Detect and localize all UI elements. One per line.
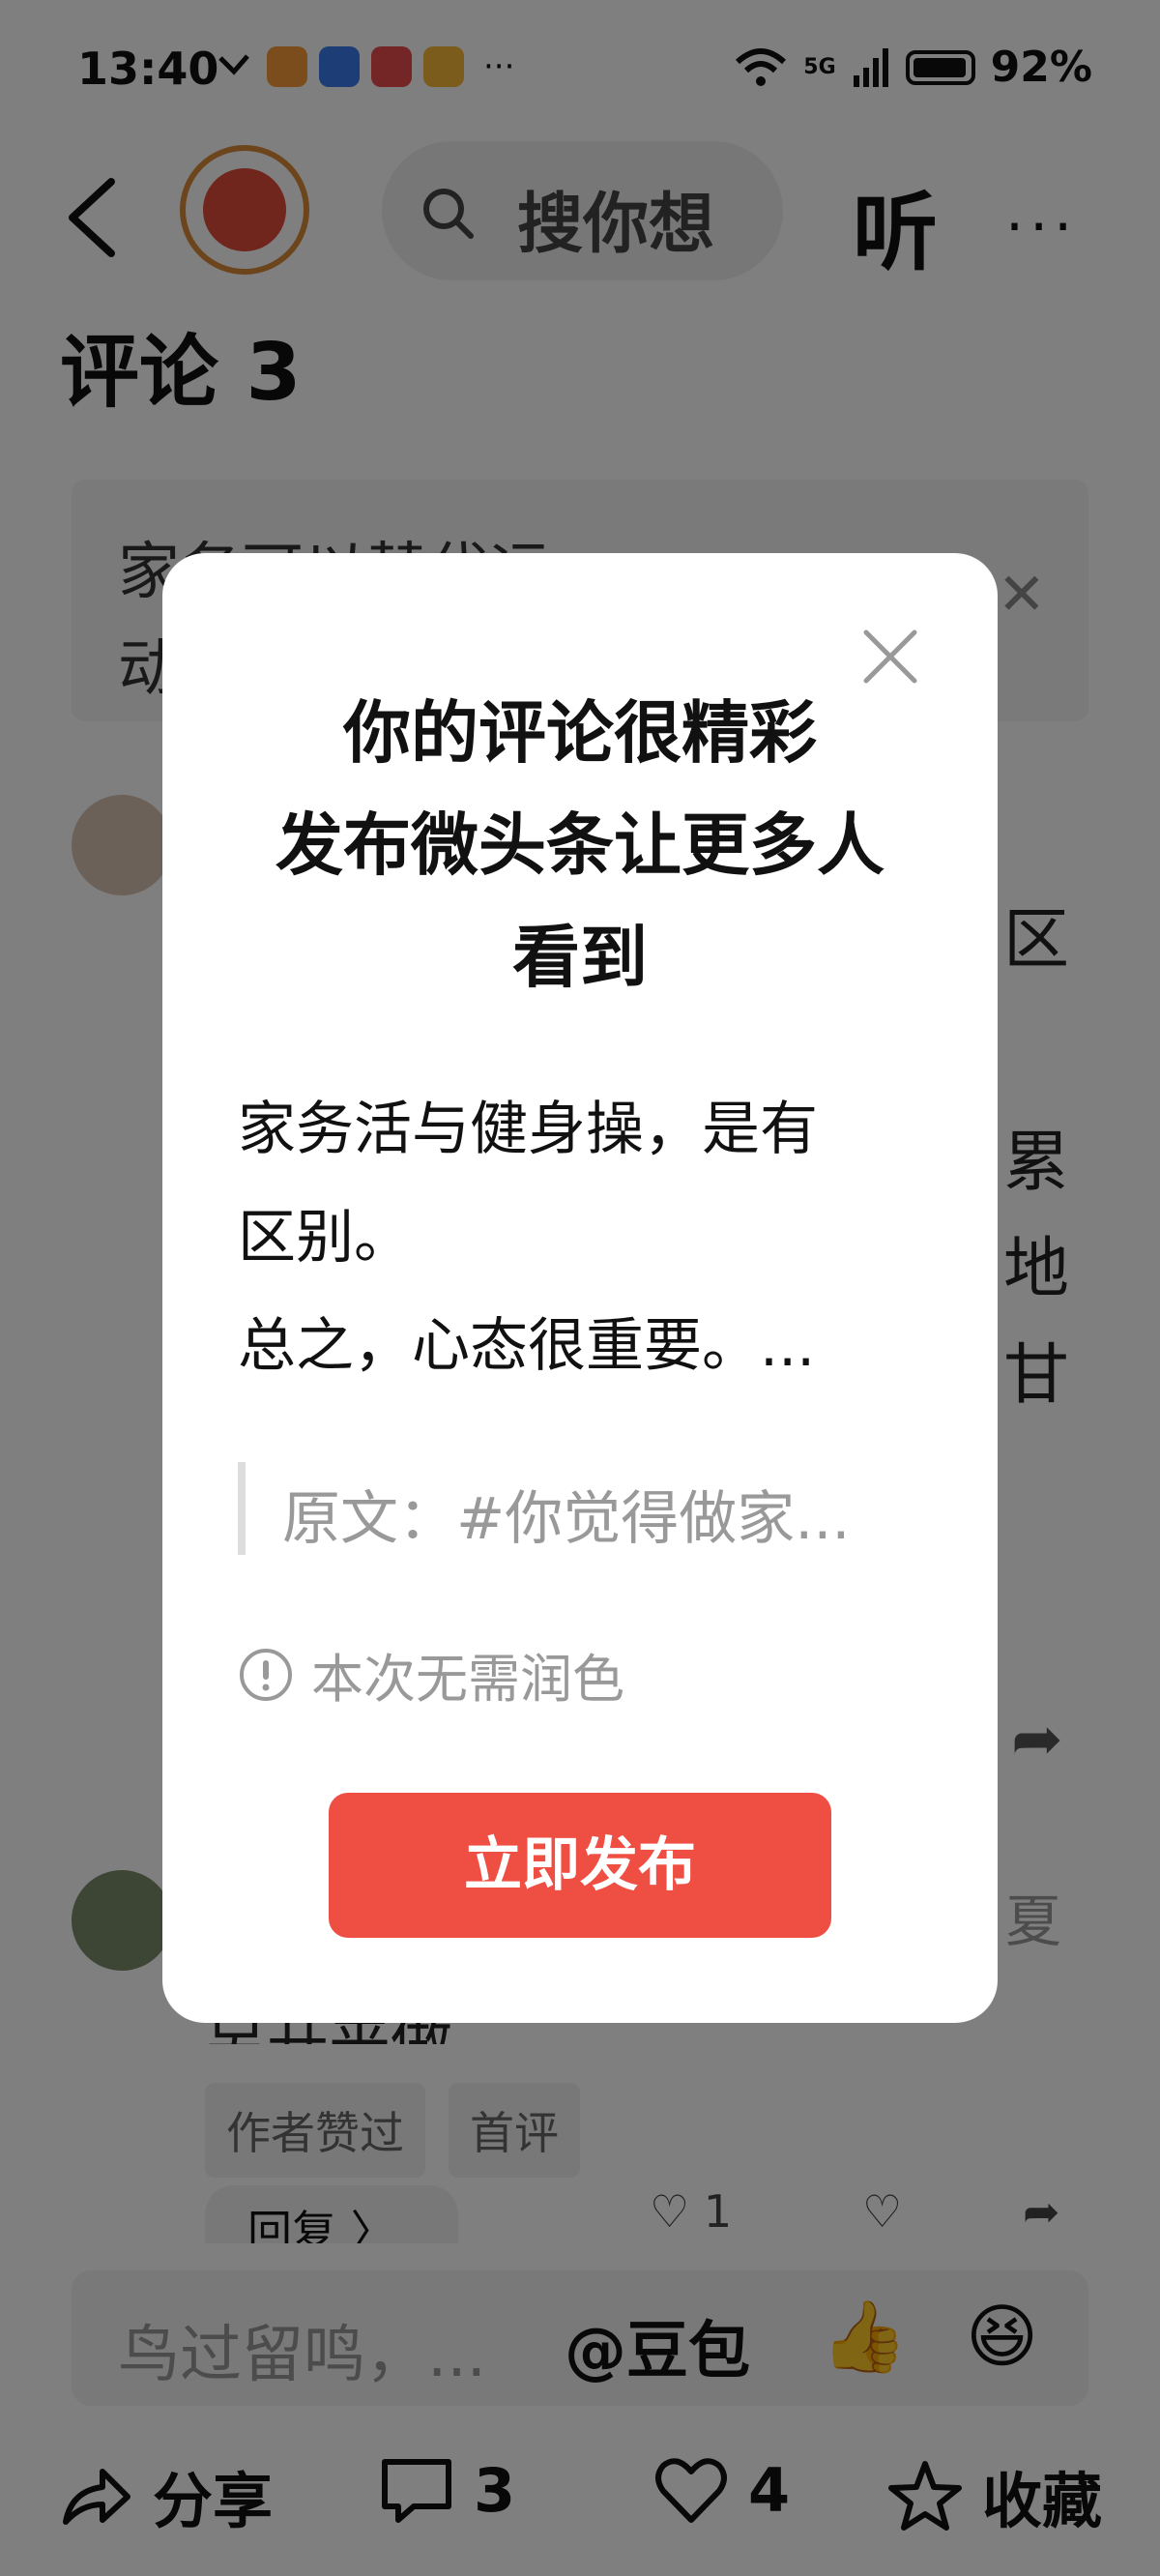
polish-note: 本次无需润色 xyxy=(238,1636,624,1712)
polish-note-text: 本次无需润色 xyxy=(311,1649,624,1710)
dialog-title: 你的评论很精彩 发布微头条让更多人 看到 xyxy=(162,677,998,1013)
comment-preview-line: 总之，心态很重要。... xyxy=(238,1312,816,1380)
publish-dialog: 你的评论很精彩 发布微头条让更多人 看到 家务活与健身操，是有 区别。 总之，心… xyxy=(162,553,998,2023)
dialog-comment-preview: 家务活与健身操，是有 区别。 总之，心态很重要。... xyxy=(238,1075,934,1400)
info-circle-icon xyxy=(240,1648,292,1701)
dialog-title-line: 发布微头条让更多人 xyxy=(276,805,884,885)
original-quote-text: 原文：#你觉得做家... xyxy=(282,1485,851,1553)
dialog-title-line: 看到 xyxy=(512,918,648,997)
status-bar-dim xyxy=(0,0,1160,116)
dialog-title-line: 你的评论很精彩 xyxy=(343,693,817,773)
comment-preview-line: 家务活与健身操，是有 xyxy=(238,1096,818,1163)
publish-now-button[interactable]: 立即发布 xyxy=(329,1793,831,1938)
original-quote: 原文：#你觉得做家... xyxy=(238,1462,924,1555)
comment-preview-line: 区别。 xyxy=(238,1204,412,1272)
